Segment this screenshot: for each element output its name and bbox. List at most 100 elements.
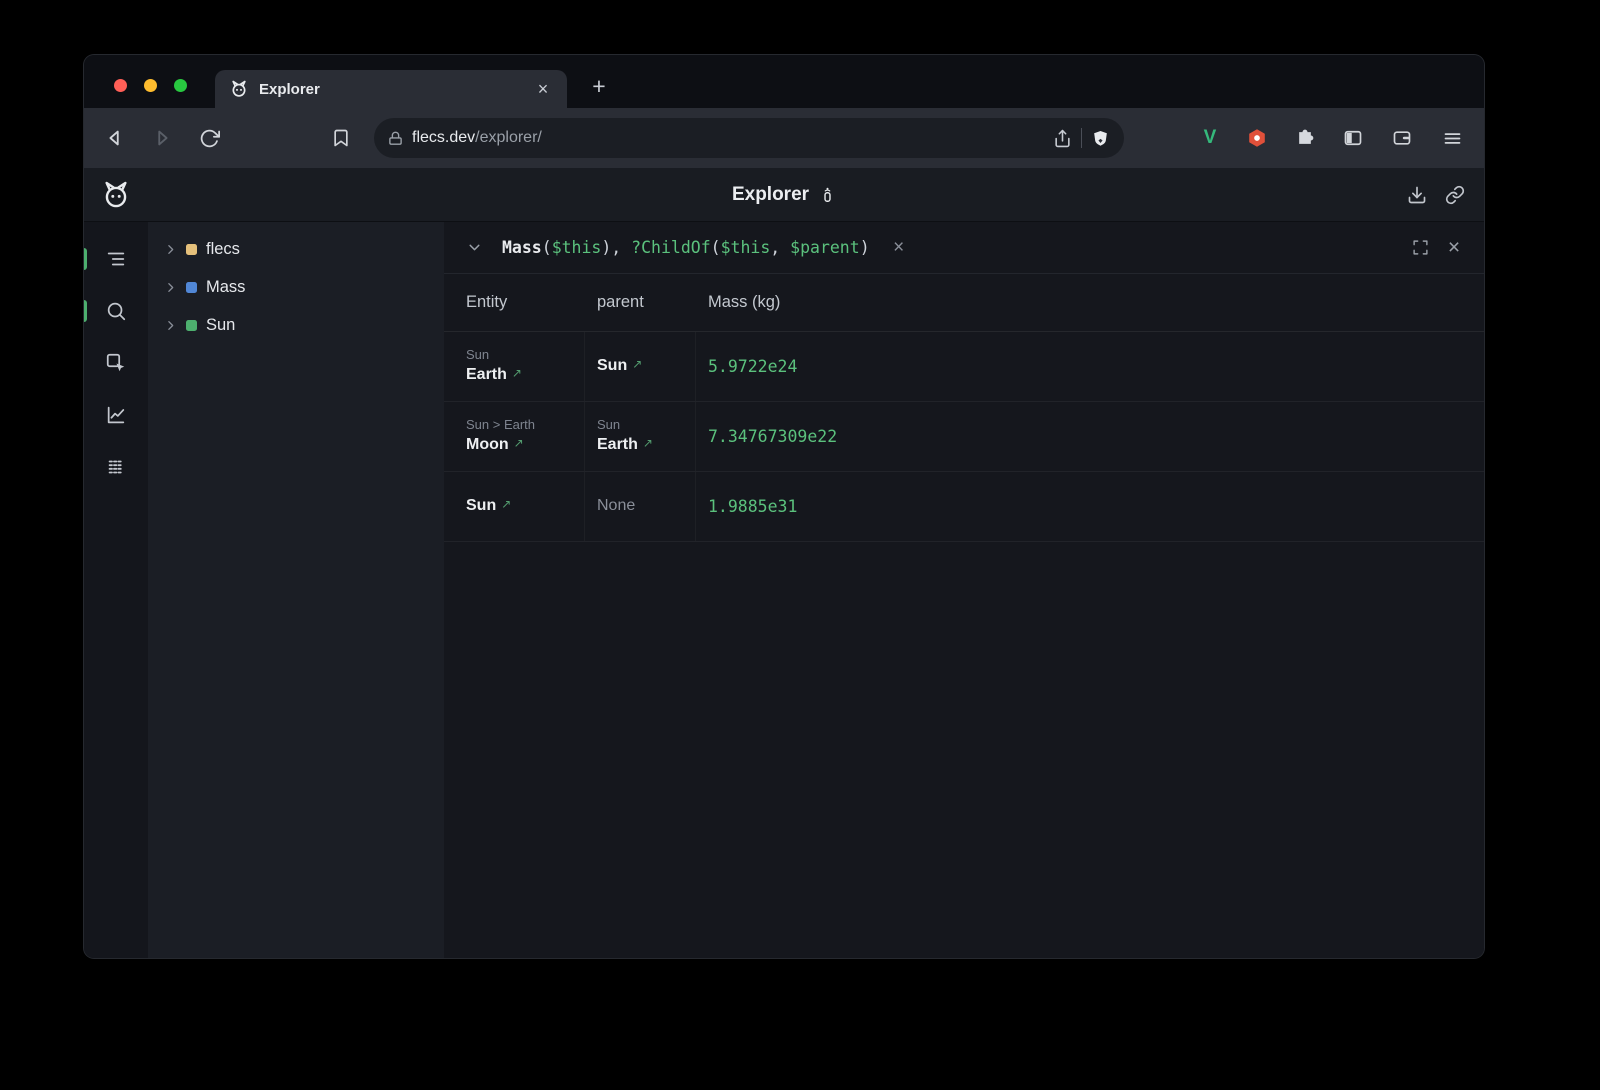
tree-item-label: flecs bbox=[206, 240, 240, 259]
brave-shield-button[interactable] bbox=[1091, 129, 1110, 148]
hexagon-extension-icon bbox=[1246, 127, 1268, 149]
app-header: Explorer bbox=[84, 168, 1484, 222]
entity-color-swatch bbox=[186, 244, 197, 255]
bookmark-button[interactable] bbox=[325, 122, 357, 154]
browser-window: Explorer × + flecs.dev/explorer/ bbox=[84, 55, 1484, 958]
wallet-icon bbox=[1392, 128, 1412, 148]
entity-link[interactable]: Earth ↗ bbox=[597, 434, 695, 456]
url-domain: flecs.dev bbox=[412, 129, 475, 146]
bookmark-icon bbox=[331, 128, 351, 148]
query-result-panel: Mass($this), ?ChildOf($this, $parent) × … bbox=[444, 222, 1484, 958]
flecs-logo-icon bbox=[100, 179, 132, 211]
entity-path: Sun bbox=[466, 346, 584, 364]
link-arrow-icon: ↗ bbox=[514, 435, 524, 452]
url-path: /explorer/ bbox=[475, 129, 542, 146]
lock-icon bbox=[388, 131, 403, 146]
column-header-mass: Mass (kg) bbox=[696, 293, 1484, 312]
entity-link[interactable]: Sun ↗ bbox=[466, 495, 584, 517]
panel-rail bbox=[84, 222, 148, 958]
share-icon bbox=[1053, 129, 1072, 148]
link-icon bbox=[1445, 185, 1465, 205]
expand-chevron-icon[interactable] bbox=[164, 281, 177, 294]
tab-explorer[interactable]: Explorer × bbox=[215, 70, 567, 108]
link-arrow-icon: ↗ bbox=[512, 365, 522, 382]
entity-tree-panel: flecs Mass Sun bbox=[148, 222, 444, 958]
navigation-bar: flecs.dev/explorer/ V bbox=[84, 108, 1484, 168]
table-row: Sun > Earth Moon ↗ Sun Earth ↗ 7.3476730… bbox=[444, 402, 1484, 472]
entity-cell: Sun Earth ↗ bbox=[444, 332, 585, 401]
wallet-button[interactable] bbox=[1386, 122, 1418, 154]
query-header: Mass($this), ?ChildOf($this, $parent) × … bbox=[444, 222, 1484, 274]
back-icon bbox=[104, 127, 126, 149]
expand-chevron-icon[interactable] bbox=[164, 319, 177, 332]
entity-link[interactable]: Moon ↗ bbox=[466, 434, 584, 456]
page-title: Explorer bbox=[732, 184, 809, 206]
tab-close-button[interactable]: × bbox=[531, 77, 555, 101]
forward-button[interactable] bbox=[146, 122, 178, 154]
forward-icon bbox=[151, 127, 173, 149]
parent-cell: Sun ↗ bbox=[585, 332, 696, 401]
chevron-down-icon bbox=[466, 239, 483, 256]
mass-cell: 7.34767309e22 bbox=[696, 402, 1484, 471]
tree-icon bbox=[105, 248, 127, 270]
sidebar-toggle-button[interactable] bbox=[1337, 122, 1369, 154]
puzzle-icon bbox=[1295, 128, 1315, 148]
brave-shield-icon bbox=[1091, 129, 1110, 148]
reload-button[interactable] bbox=[193, 122, 225, 154]
download-button[interactable] bbox=[1402, 180, 1432, 210]
window-controls bbox=[114, 79, 187, 92]
tree-item-label: Sun bbox=[206, 316, 235, 335]
column-header-parent: parent bbox=[585, 293, 696, 312]
inspector-panel-button[interactable] bbox=[90, 337, 142, 389]
vue-logo-icon: V bbox=[1204, 127, 1217, 149]
share-link-button[interactable] bbox=[1440, 180, 1470, 210]
column-header-entity: Entity bbox=[444, 293, 585, 312]
parent-cell: None bbox=[585, 472, 696, 541]
mass-value: 7.34767309e22 bbox=[708, 427, 1484, 446]
remote-icon bbox=[819, 186, 836, 203]
back-button[interactable] bbox=[99, 122, 131, 154]
link-arrow-icon: ↗ bbox=[501, 496, 511, 513]
stats-panel-button[interactable] bbox=[90, 389, 142, 441]
query-panel-active-indicator bbox=[84, 300, 87, 322]
entity-link[interactable]: Sun ↗ bbox=[597, 355, 695, 377]
profiler-panel-button[interactable] bbox=[90, 441, 142, 493]
entity-path: Sun bbox=[597, 416, 695, 434]
share-button[interactable] bbox=[1053, 129, 1072, 148]
query-panel-button[interactable] bbox=[90, 285, 142, 337]
entity-color-swatch bbox=[186, 282, 197, 293]
collapse-query-button[interactable] bbox=[460, 234, 488, 262]
zoom-window-button[interactable] bbox=[174, 79, 187, 92]
mass-cell: 5.9722e24 bbox=[696, 332, 1484, 401]
new-tab-button[interactable]: + bbox=[584, 71, 614, 101]
stats-icon bbox=[105, 456, 127, 478]
link-arrow-icon: ↗ bbox=[632, 356, 642, 373]
mass-cell: 1.9885e31 bbox=[696, 472, 1484, 541]
close-query-button[interactable]: × bbox=[1440, 234, 1468, 262]
vue-devtools-button[interactable]: V bbox=[1194, 122, 1226, 154]
entity-link[interactable]: Earth ↗ bbox=[466, 364, 584, 386]
entity-cell: Sun ↗ bbox=[444, 472, 585, 541]
clear-query-button[interactable]: × bbox=[888, 237, 910, 259]
table-row: Sun ↗ None 1.9885e31 bbox=[444, 472, 1484, 542]
hexagon-extension-button[interactable] bbox=[1241, 122, 1273, 154]
close-window-button[interactable] bbox=[114, 79, 127, 92]
expand-chevron-icon[interactable] bbox=[164, 243, 177, 256]
tree-panel-button[interactable] bbox=[90, 233, 142, 285]
tree-item-sun[interactable]: Sun bbox=[148, 306, 444, 344]
table-row: Sun Earth ↗ Sun ↗ 5.9722e24 bbox=[444, 332, 1484, 402]
extensions-button[interactable] bbox=[1289, 122, 1321, 154]
query-input[interactable]: Mass($this), ?ChildOf($this, $parent) bbox=[502, 238, 870, 257]
reload-icon bbox=[199, 128, 220, 149]
address-bar[interactable]: flecs.dev/explorer/ bbox=[374, 118, 1124, 158]
tree-item-mass[interactable]: Mass bbox=[148, 268, 444, 306]
results-table-header: Entity parent Mass (kg) bbox=[444, 274, 1484, 332]
expand-query-button[interactable] bbox=[1406, 234, 1434, 262]
sidebar-icon bbox=[1343, 128, 1363, 148]
tree-item-flecs[interactable]: flecs bbox=[148, 230, 444, 268]
menu-button[interactable] bbox=[1436, 122, 1468, 154]
close-icon: × bbox=[893, 237, 904, 259]
download-icon bbox=[1407, 185, 1427, 205]
tab-title: Explorer bbox=[259, 81, 521, 98]
minimize-window-button[interactable] bbox=[144, 79, 157, 92]
